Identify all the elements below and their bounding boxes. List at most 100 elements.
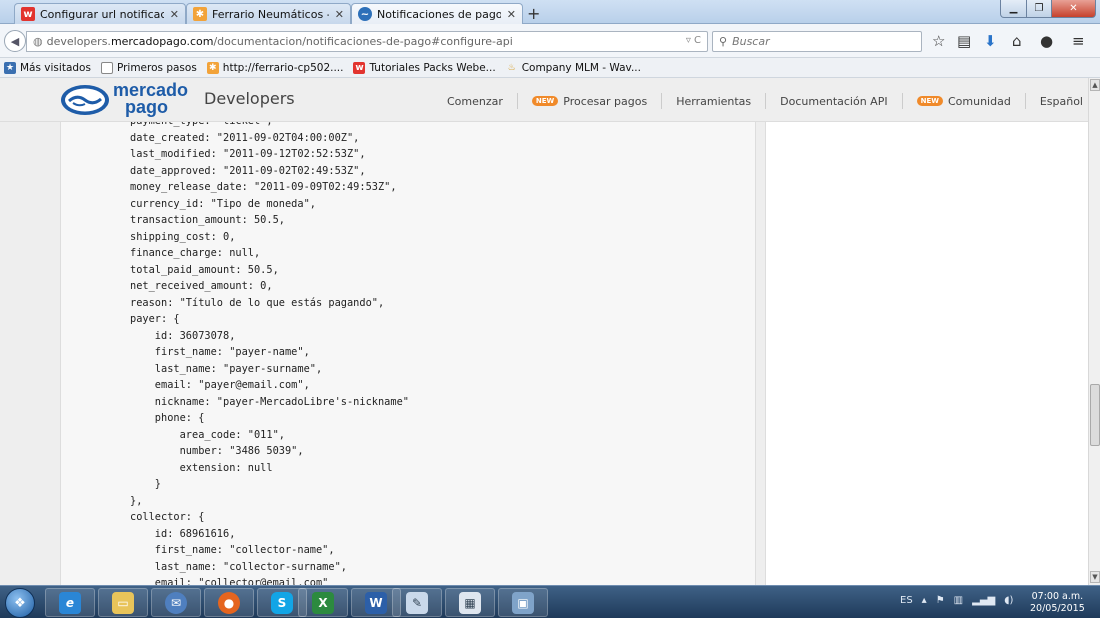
bookmark-folder-icon: ★ — [4, 61, 16, 74]
wave-favicon-icon: ♨ — [507, 62, 516, 73]
tab-ferrario[interactable]: ✱ Ferrario Neumáticos - Ad... ✕ — [186, 3, 351, 24]
developers-title[interactable]: Developers — [204, 89, 295, 108]
bookmark-label: Más visitados — [20, 61, 91, 74]
nav-herramientas[interactable]: Herramientas — [676, 95, 751, 108]
paint-icon: ✎ — [406, 591, 428, 614]
bookmark-primeros-pasos[interactable]: Primeros pasos — [100, 61, 197, 74]
code-line: collector: { — [130, 511, 205, 523]
code-line: extension: null — [130, 461, 273, 474]
bookmark-tutoriales[interactable]: w Tutoriales Packs Webe... — [353, 61, 496, 74]
nav-label: Comenzar — [447, 94, 503, 108]
taskbar-thunderbird[interactable]: ✉ — [151, 588, 201, 617]
code-line: total_paid_amount: 50.5, — [130, 263, 279, 276]
w-favicon-icon: w — [353, 61, 366, 74]
taskbar-internet-explorer[interactable]: e — [45, 588, 95, 617]
bookmark-label: Tutoriales Packs Webe... — [369, 61, 496, 74]
chat-bubble-icon[interactable]: ● — [1040, 32, 1053, 50]
close-icon[interactable]: ✕ — [507, 8, 516, 21]
window-close-button[interactable]: ✕ — [1051, 0, 1096, 18]
search-placeholder: Buscar — [732, 35, 770, 48]
code-line: } — [130, 478, 161, 490]
bookmark-mas-visitados[interactable]: ★ Más visitados — [4, 61, 91, 74]
code-line: id: 36073078, — [130, 329, 236, 342]
code-sample-panel: payment_type: "ticket",date_created: "20… — [60, 122, 756, 585]
top-navigation: Comenzar NEW Procesar pagos Herramientas … — [447, 93, 1083, 109]
tab-configurar-url[interactable]: w Configurar url notificación ... ✕ — [14, 3, 186, 24]
search-input[interactable]: ⚲ Buscar — [712, 31, 922, 52]
scroll-up-arrow-icon[interactable]: ▲ — [1090, 79, 1100, 91]
code-line: last_name: "collector-surname", — [130, 560, 347, 573]
taskbar-excel[interactable]: X — [298, 588, 348, 617]
code-line: last_modified: "2011-09-12T02:52:53Z", — [130, 148, 366, 160]
nav-language-espanol[interactable]: Español — [1040, 95, 1083, 108]
download-arrow-icon[interactable]: ⬇ — [984, 32, 997, 50]
back-arrow-icon[interactable]: ◀ — [4, 30, 26, 52]
scrollbar-thumb[interactable] — [1090, 384, 1100, 446]
browser-tab-strip: w Configurar url notificación ... ✕ ✱ Fe… — [0, 0, 1100, 24]
address-bar[interactable]: ◍ developers. mercadopago.com/documentaci… — [26, 31, 708, 52]
firefox-icon: ● — [218, 591, 240, 614]
nav-label: Procesar pagos — [563, 94, 648, 108]
presentation-icon: ▦ — [459, 591, 481, 614]
code-line: first_name: "payer-name", — [130, 346, 310, 358]
word-icon: W — [365, 591, 387, 614]
code-line: area_code: "011", — [130, 428, 285, 441]
show-hidden-icons-icon[interactable]: ▴ — [922, 595, 927, 606]
bookmark-company-mlm[interactable]: ♨ Company MLM - Wav... — [506, 62, 641, 74]
taskbar-image-viewer[interactable]: ▣ — [498, 588, 548, 617]
mercadopago-logo[interactable]: mercado pago — [60, 80, 190, 119]
internet-explorer-icon: e — [59, 591, 81, 614]
bookmarks-toolbar: ★ Más visitados Primeros pasos ✱ http://… — [0, 58, 1100, 78]
new-tab-plus-icon[interactable]: + — [527, 4, 540, 23]
taskbar-file-explorer[interactable]: ▭ — [98, 588, 148, 617]
taskbar-presentation[interactable]: ▦ — [445, 588, 495, 617]
joomla-favicon-icon: ✱ — [206, 61, 219, 74]
reload-icon[interactable]: ▿ C — [686, 35, 701, 46]
bookmark-label: Company MLM - Wav... — [521, 61, 641, 74]
code-line: net_received_amount: 0, — [130, 280, 273, 292]
skype-icon: S — [271, 591, 293, 614]
code-line: number: "3486 5039", — [130, 445, 304, 457]
new-badge: NEW — [916, 96, 943, 106]
nav-comenzar[interactable]: Comenzar — [447, 95, 503, 108]
close-icon[interactable]: ✕ — [335, 8, 344, 21]
code-line: email: "collector@email.com" — [130, 577, 329, 585]
scroll-down-arrow-icon[interactable]: ▼ — [1090, 571, 1100, 583]
nav-label: Herramientas — [676, 94, 752, 108]
nav-documentacion-api[interactable]: Documentación API — [780, 95, 887, 108]
url-prefix: developers. — [46, 35, 111, 48]
start-button[interactable]: ❖ — [5, 588, 35, 618]
code-line: email: "payer@email.com", — [130, 379, 310, 391]
code-line: first_name: "collector-name", — [130, 544, 335, 556]
file-explorer-icon: ▭ — [112, 591, 134, 614]
window-maximize-button[interactable]: ❐ — [1026, 0, 1052, 18]
nav-comunidad[interactable]: NEW Comunidad — [916, 95, 1011, 108]
bookmark-label: http://ferrario-cp502.... — [222, 61, 344, 74]
home-icon[interactable]: ⌂ — [1012, 32, 1022, 50]
code-line: date_approved: "2011-09-02T02:49:53Z", — [130, 164, 366, 177]
code-line: finance_charge: null, — [130, 247, 261, 259]
nav-procesar-pagos[interactable]: NEW Procesar pagos — [531, 94, 648, 108]
system-clock[interactable]: 07:00 a.m. 20/05/2015 — [1030, 591, 1085, 615]
window-minimize-button[interactable]: ▁ — [1000, 0, 1027, 18]
tab-notificaciones[interactable]: ~ Notificaciones de pagos (I... ✕ — [351, 3, 523, 24]
taskbar-paint[interactable]: ✎ — [392, 588, 442, 617]
logo-text-pago: pago — [125, 97, 168, 117]
language-indicator[interactable]: ES — [900, 595, 913, 606]
flag-icon[interactable]: ⚑ — [936, 595, 945, 606]
taskbar-firefox[interactable]: ● — [204, 588, 254, 617]
menu-hamburger-icon[interactable]: ≡ — [1072, 32, 1085, 50]
page-scrollbar[interactable]: ▲ ▼ — [1088, 78, 1100, 585]
code-line: last_name: "payer-surname", — [130, 362, 323, 375]
close-icon[interactable]: ✕ — [170, 8, 179, 21]
signal-bars-icon[interactable]: ▂▄▆ — [972, 595, 995, 606]
bookmark-ferrario[interactable]: ✱ http://ferrario-cp502.... — [206, 61, 344, 74]
volume-icon[interactable]: ◖) — [1004, 595, 1013, 606]
network-icon[interactable]: ▥ — [954, 595, 963, 606]
code-line: transaction_amount: 50.5, — [130, 214, 285, 226]
code-line: phone: { — [130, 412, 205, 424]
bookmark-label: Primeros pasos — [116, 61, 197, 74]
bookmark-star-icon[interactable]: ☆ — [932, 32, 945, 50]
reading-list-icon[interactable]: ▤ — [957, 32, 971, 50]
page-content: payment_type: "ticket",date_created: "20… — [0, 122, 1088, 585]
